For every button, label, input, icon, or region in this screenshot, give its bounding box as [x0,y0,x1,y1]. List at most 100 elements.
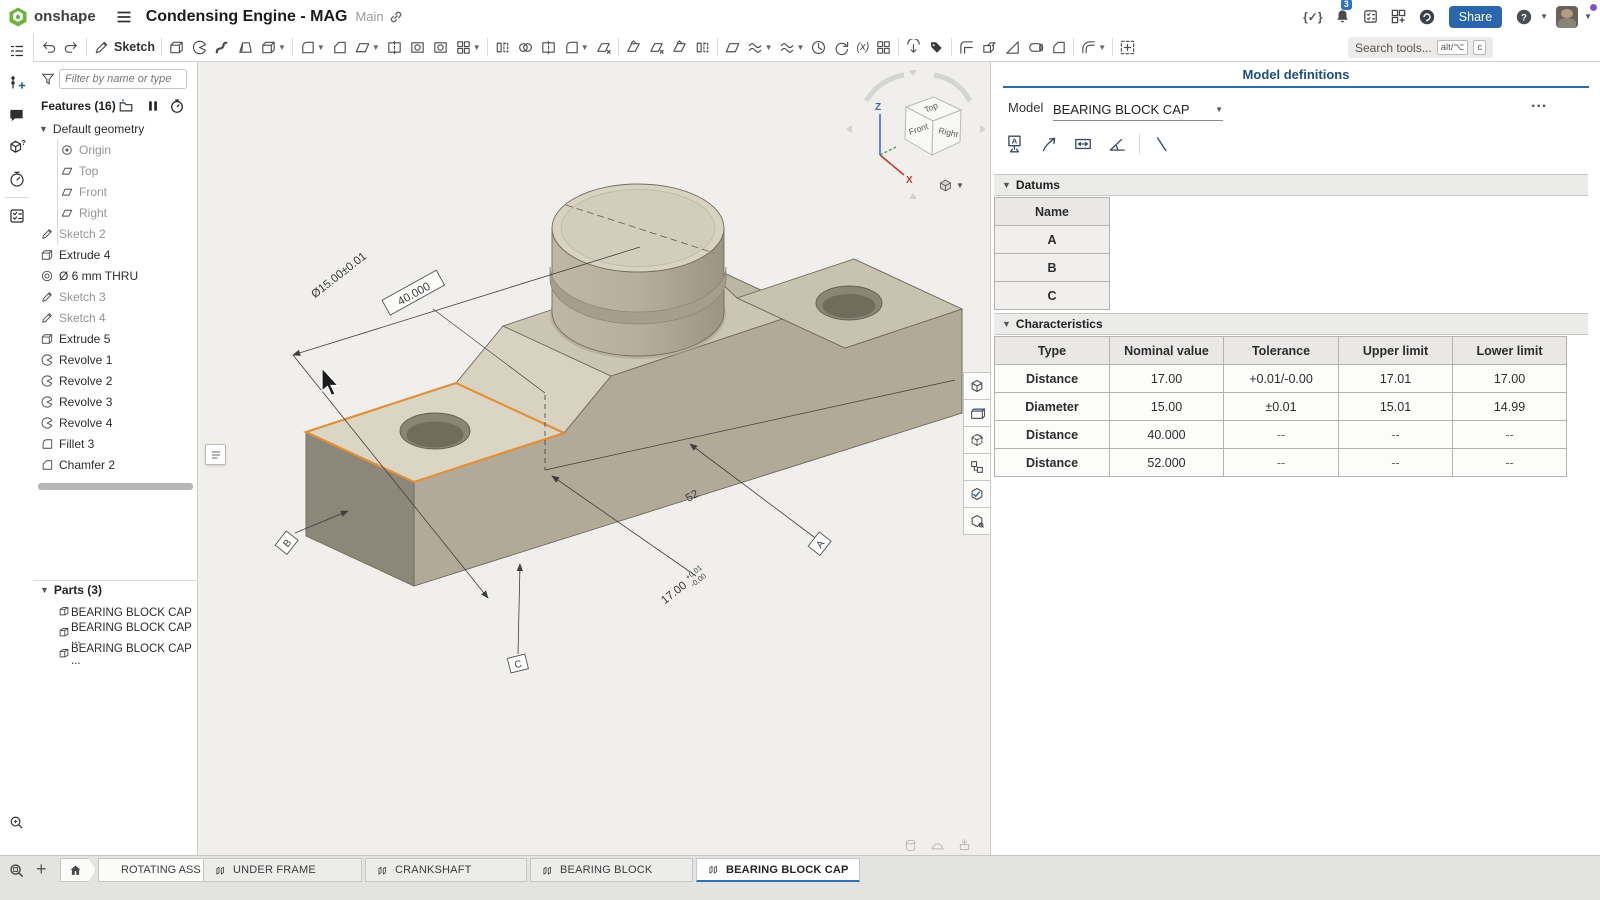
feature-item-revolve-3[interactable]: Revolve 3 [33,391,198,412]
toolbar-loft-button[interactable] [234,34,257,60]
characteristic-cell[interactable]: 17.00 [1110,365,1224,393]
geometric-tolerance-button[interactable] [1105,132,1129,156]
toolbar-move-face-button[interactable] [622,34,645,60]
comments-icon[interactable] [0,101,33,129]
feature-item-revolve-2[interactable]: Revolve 2 [33,370,198,391]
appearance-panel-button[interactable] [963,507,991,535]
characteristic-cell[interactable]: -- [1453,421,1567,449]
characteristic-cell[interactable]: 15.01 [1339,393,1453,421]
toolbar-modify-fillet-button[interactable]: ▼ [560,34,592,60]
toolbar-sketch-button[interactable]: Sketch [90,34,158,60]
app-store-icon[interactable] [1387,5,1411,29]
view-cube[interactable]: Top Front Right Z X [846,67,986,202]
part-item-1[interactable]: BEARING BLOCK CAP [33,602,198,623]
filter-input[interactable] [59,69,187,89]
datums-section-header[interactable]: ▼ Datums [994,174,1588,196]
toolbar-redo-button[interactable] [60,34,83,60]
onshape-logo-icon[interactable] [6,5,30,29]
toolbar-transform-button[interactable] [830,34,853,60]
toolbar-sweep-button[interactable] [211,34,234,60]
toolbar-tag-button[interactable] [925,34,948,60]
toolbar-weldment-button[interactable] [978,34,1001,60]
toolbar-tube-button[interactable] [1024,34,1047,60]
filter-icon[interactable] [41,72,55,91]
characteristic-cell[interactable]: Diameter [995,393,1110,421]
workspace-label[interactable]: Main [355,9,383,24]
height-dimension[interactable]: 17.00 +0.01 -0.00 [657,563,709,609]
toolbar-linear-pattern-button[interactable]: ▼ [452,34,484,60]
feature-caret-icon[interactable]: ▼ [39,124,48,134]
characteristic-cell[interactable]: -- [1339,421,1453,449]
toolbar-draft-button[interactable]: ▼ [351,34,383,60]
suppress-icon[interactable] [146,99,160,118]
feature-item-origin[interactable]: Origin [33,139,198,160]
document-menu-icon[interactable] [112,5,136,29]
characteristic-cell[interactable]: 15.00 [1110,393,1224,421]
model-help-icon[interactable]: ? [0,133,33,161]
toolbar-composite-curve-button[interactable]: ▼ [776,34,808,60]
part-item-2[interactable]: BEARING BLOCK CAP ... [33,623,198,644]
characteristic-cell[interactable]: +0.01/-0.00 [1224,365,1339,393]
feature-item-revolve-4[interactable]: Revolve 4 [33,412,198,433]
tab-bearing-block[interactable]: BEARING BLOCK [530,858,693,882]
learning-center-icon[interactable] [1415,5,1439,29]
feature-item-chamfer-2[interactable]: Chamfer 2 [33,454,198,475]
feature-item-revolve-1[interactable]: Revolve 1 [33,349,198,370]
feature-item-front[interactable]: Front [33,181,198,202]
toolbar-trim-button[interactable] [1047,34,1070,60]
toolbar-delete-face-button[interactable] [645,34,668,60]
toolbar-variable-studio-button[interactable] [872,34,895,60]
rollback-bar[interactable] [38,483,193,490]
datum-name-cell[interactable]: C [995,282,1110,310]
leader-note-button[interactable] [1037,132,1061,156]
account-caret-icon[interactable]: ▼ [1584,12,1592,21]
feature-script-icon[interactable]: {✓} [1301,5,1325,29]
toolbar-split-button[interactable] [537,34,560,60]
view-options-button[interactable]: ▼ [938,178,964,193]
feature-item-sketch-2[interactable]: Sketch 2 [33,223,198,244]
characteristic-cell[interactable]: -- [1224,449,1339,477]
characteristic-cell[interactable]: 17.01 [1339,365,1453,393]
datum-feature-button[interactable]: A [1003,132,1027,156]
tab-bearing-block-cap[interactable]: BEARING BLOCK CAP [696,858,860,882]
feature-item-top[interactable]: Top [33,160,198,181]
toolbar-gusset-button[interactable] [1001,34,1024,60]
feature-list-icon[interactable] [0,37,33,65]
length-dimension[interactable]: 40.000 [382,270,444,315]
feature-item-right[interactable]: Right [33,202,198,223]
notifications-bell-icon[interactable]: 3 [1331,5,1355,29]
diameter-dimension[interactable]: Ø15.00±0.01 [309,250,369,300]
toolbar-revolve-button[interactable] [188,34,211,60]
toolbar-delete-part-button[interactable] [592,34,615,60]
toolbar-curve-button[interactable]: ▼ [744,34,776,60]
datum-flag-c[interactable]: C [507,654,528,673]
insert-studio-icon[interactable] [0,69,33,97]
toolbar-mirror-button[interactable] [491,34,514,60]
search-tabs-icon[interactable] [4,858,28,882]
datum-flag-b[interactable]: B [275,531,298,554]
parts-caret-icon[interactable]: ▼ [40,585,49,595]
toolbar-offset-surface-button[interactable] [668,34,691,60]
characteristic-cell[interactable]: -- [1224,421,1339,449]
release-tasks-icon[interactable] [1359,5,1383,29]
tab-crankshaft[interactable]: CRANKSHAFT [365,858,527,882]
part-item-3[interactable]: BEARING BLOCK CAP ... [33,644,198,665]
toolbar-extrude-button[interactable] [165,34,188,60]
characteristic-cell[interactable]: -- [1339,449,1453,477]
model-select[interactable]: BEARING BLOCK CAP ▼ [1053,98,1223,121]
section-view-button[interactable] [963,399,991,427]
toolbar-select-tools-button[interactable] [1116,34,1139,60]
surface-finish-button[interactable] [1150,132,1174,156]
toolbar-mirror-part-button[interactable] [691,34,714,60]
graphics-viewport[interactable]: Ø15.00±0.01 40.000 52 17.00 +0.01 -0.00 … [198,62,990,855]
toolbar-plane-button[interactable] [721,34,744,60]
toolbar-chamfer-button[interactable] [328,34,351,60]
toolbar-shell-button[interactable] [406,34,429,60]
search-tools-button[interactable]: Search tools... alt/⌥ c [1348,37,1493,58]
display-options-button[interactable] [963,426,991,454]
toolbar-undo-button[interactable] [37,34,60,60]
characteristic-cell[interactable]: 52.000 [1110,449,1224,477]
toolbar-frame-button[interactable] [955,34,978,60]
history-icon[interactable] [0,165,33,193]
characteristic-cell[interactable]: Distance [995,421,1110,449]
